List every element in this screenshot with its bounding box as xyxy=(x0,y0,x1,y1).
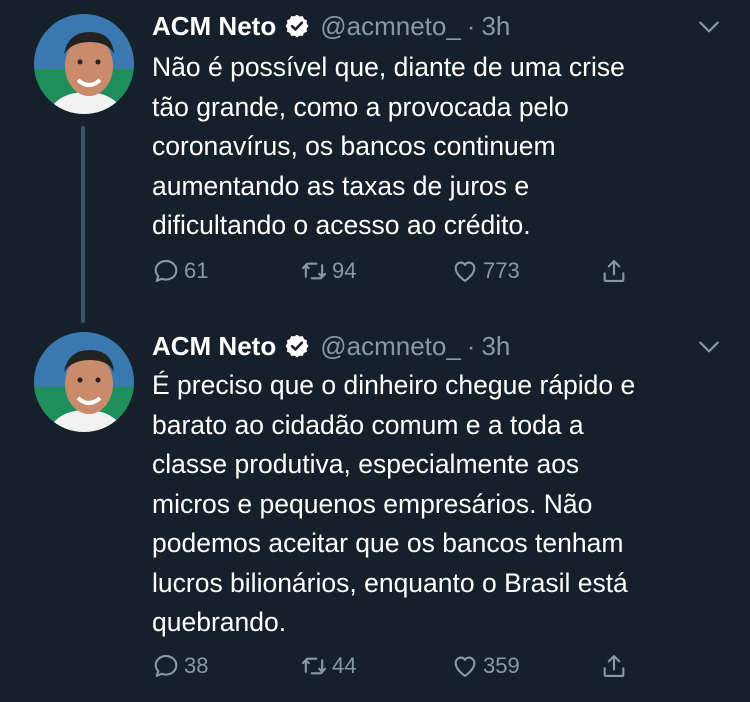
avatar[interactable] xyxy=(34,14,134,114)
author-handle[interactable]: @acmneto_ xyxy=(320,331,461,362)
reply-button[interactable]: 61 xyxy=(152,255,208,287)
retweet-count: 94 xyxy=(332,258,357,283)
tweet-text: Não é possível que, diante de uma crise … xyxy=(152,52,625,240)
retweet-icon xyxy=(301,262,327,280)
reply-count: 61 xyxy=(184,258,209,283)
author-handle[interactable]: @acmneto_ xyxy=(320,11,461,42)
tweet-actions: 61 94 773 xyxy=(152,255,642,287)
tweet-header: ACM Neto @acmneto_ · 3h xyxy=(152,330,510,362)
author-name[interactable]: ACM Neto xyxy=(152,11,276,42)
like-count: 773 xyxy=(483,258,520,283)
reply-icon xyxy=(154,655,178,677)
reply-button[interactable]: 38 xyxy=(152,650,208,682)
chevron-down-icon[interactable] xyxy=(696,334,722,360)
heart-icon xyxy=(454,261,476,282)
like-button[interactable]: 773 xyxy=(451,255,520,287)
separator: · xyxy=(466,330,476,361)
tweet-2[interactable]: ACM Neto @acmneto_ · 3h É preciso que o … xyxy=(0,320,750,702)
separator: · xyxy=(466,10,476,41)
tweet-actions: 38 44 359 xyxy=(152,650,642,682)
share-icon xyxy=(603,260,625,282)
like-count: 359 xyxy=(483,653,520,678)
reply-count: 38 xyxy=(184,653,209,678)
thread-line xyxy=(81,126,85,323)
tweet-1[interactable]: ACM Neto @acmneto_ · 3h Não é possível q… xyxy=(0,0,750,323)
chevron-down-icon[interactable] xyxy=(696,14,722,40)
reply-icon xyxy=(154,260,178,282)
like-button[interactable]: 359 xyxy=(451,650,520,682)
verified-badge-icon xyxy=(285,14,309,38)
retweet-button[interactable]: 44 xyxy=(300,650,356,682)
avatar[interactable] xyxy=(34,332,134,432)
verified-badge-icon xyxy=(285,334,309,358)
tweet-text: É preciso que o dinheiro chegue rápido e… xyxy=(152,370,636,637)
tweet-header: ACM Neto @acmneto_ · 3h xyxy=(152,10,510,42)
author-name[interactable]: ACM Neto xyxy=(152,331,276,362)
retweet-icon xyxy=(301,657,327,675)
retweet-count: 44 xyxy=(332,653,357,678)
heart-icon xyxy=(454,656,476,677)
retweet-button[interactable]: 94 xyxy=(300,255,356,287)
timestamp[interactable]: 3h xyxy=(481,331,510,362)
share-button[interactable] xyxy=(600,255,628,287)
share-button[interactable] xyxy=(600,650,628,682)
timestamp[interactable]: 3h xyxy=(481,11,510,42)
share-icon xyxy=(603,655,625,677)
